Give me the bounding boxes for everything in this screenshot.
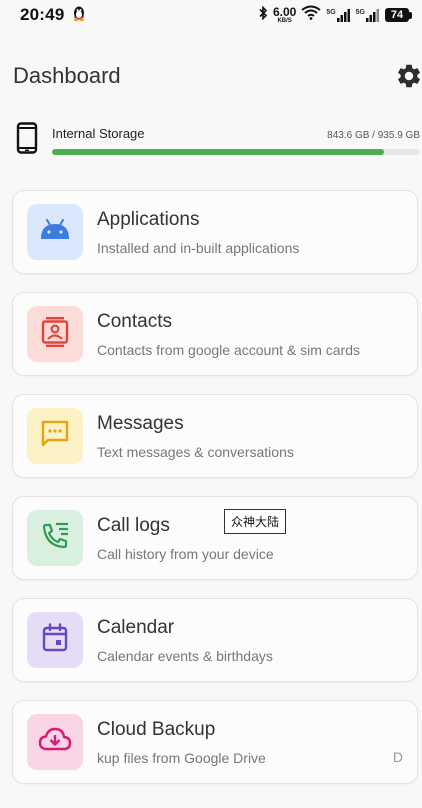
call-logs-icon-box — [27, 510, 83, 566]
card-contacts[interactable]: Contacts Contacts from google account & … — [12, 292, 418, 376]
battery-tip — [409, 11, 412, 19]
clock: 20:49 — [20, 5, 65, 24]
calendar-icon — [41, 622, 69, 658]
bluetooth-icon — [258, 5, 268, 25]
page-title: Dashboard — [13, 63, 121, 88]
storage-row: Internal Storage 843.6 GB / 935.9 GB — [52, 126, 420, 141]
card-subtitle: Call history from your device — [97, 545, 274, 562]
cloud-backup-icon-box — [27, 714, 83, 770]
call-log-icon — [40, 521, 70, 556]
storage-size: 843.6 GB / 935.9 GB — [327, 129, 420, 141]
network-type-label-2: 5G — [355, 8, 365, 16]
card-title: Applications — [97, 208, 200, 230]
category-list: Applications Installed and in-built appl… — [12, 190, 418, 802]
card-cloud-backup[interactable]: Cloud Backup kup files from Google Drive… — [12, 700, 418, 784]
contacts-icon — [41, 316, 69, 352]
storage-info: Internal Storage 843.6 GB / 935.9 GB — [52, 126, 420, 155]
signal-icon-2: 5G — [355, 8, 380, 22]
battery-icon: 74 — [385, 8, 412, 22]
applications-icon-box — [27, 204, 83, 260]
applications-text: Applications Installed and in-built appl… — [97, 209, 299, 256]
qq-penguin-icon — [72, 5, 86, 26]
network-type-label: 5G — [326, 8, 336, 16]
android-icon — [39, 218, 71, 246]
cloud-backup-text: Cloud Backup kup files from Google Drive — [97, 719, 266, 766]
cloud-download-icon — [38, 727, 72, 758]
card-subtitle: Contacts from google account & sim cards — [97, 341, 361, 358]
message-icon — [40, 420, 70, 453]
card-subtitle: Text messages & conversations — [97, 443, 294, 460]
speed-value: 6.00 — [272, 5, 297, 19]
wifi-icon — [301, 5, 321, 25]
card-title: Contacts — [97, 310, 172, 332]
contacts-icon-box — [27, 306, 83, 362]
card-messages[interactable]: Messages Text messages & conversations — [12, 394, 418, 478]
app-header: Dashboard — [13, 56, 422, 96]
status-bar: 20:49 6.00 KB/S 5G 5G 74 — [0, 0, 422, 30]
status-left: 20:49 — [20, 5, 86, 26]
messages-text: Messages Text messages & conversations — [97, 413, 294, 460]
card-applications[interactable]: Applications Installed and in-built appl… — [12, 190, 418, 274]
card-title: Calendar — [97, 616, 175, 638]
internal-storage[interactable]: Internal Storage 843.6 GB / 935.9 GB — [16, 120, 420, 160]
signal-icon: 5G — [326, 8, 350, 22]
marquee-trailing-text: D — [392, 749, 403, 765]
gear-icon[interactable] — [395, 62, 422, 90]
card-subtitle: Installed and in-built applications — [97, 239, 300, 256]
card-subtitle: Calendar events & birthdays — [97, 647, 273, 664]
calendar-icon-box — [27, 612, 83, 668]
card-calendar[interactable]: Calendar Calendar events & birthdays — [12, 598, 418, 682]
speed-unit: KB/S — [277, 18, 292, 24]
contacts-text: Contacts Contacts from google account & … — [97, 311, 360, 358]
battery-level: 74 — [385, 8, 409, 22]
card-title: Messages — [97, 412, 184, 434]
card-subtitle: kup files from Google Drive — [97, 749, 266, 766]
storage-label: Internal Storage — [52, 125, 145, 141]
network-speed: 6.00 KB/S — [273, 6, 296, 24]
status-right: 6.00 KB/S 5G 5G 74 — [258, 5, 412, 25]
card-call-logs[interactable]: Call logs Call history from your device — [12, 496, 418, 580]
messages-icon-box — [27, 408, 83, 464]
storage-progress-fill — [52, 148, 384, 155]
storage-progress-bar — [52, 148, 420, 155]
card-title: Cloud Backup — [97, 718, 216, 740]
toast-label: 众神大陆 — [224, 509, 287, 534]
phone-icon — [16, 121, 38, 159]
calendar-text: Calendar Calendar events & birthdays — [97, 617, 273, 664]
